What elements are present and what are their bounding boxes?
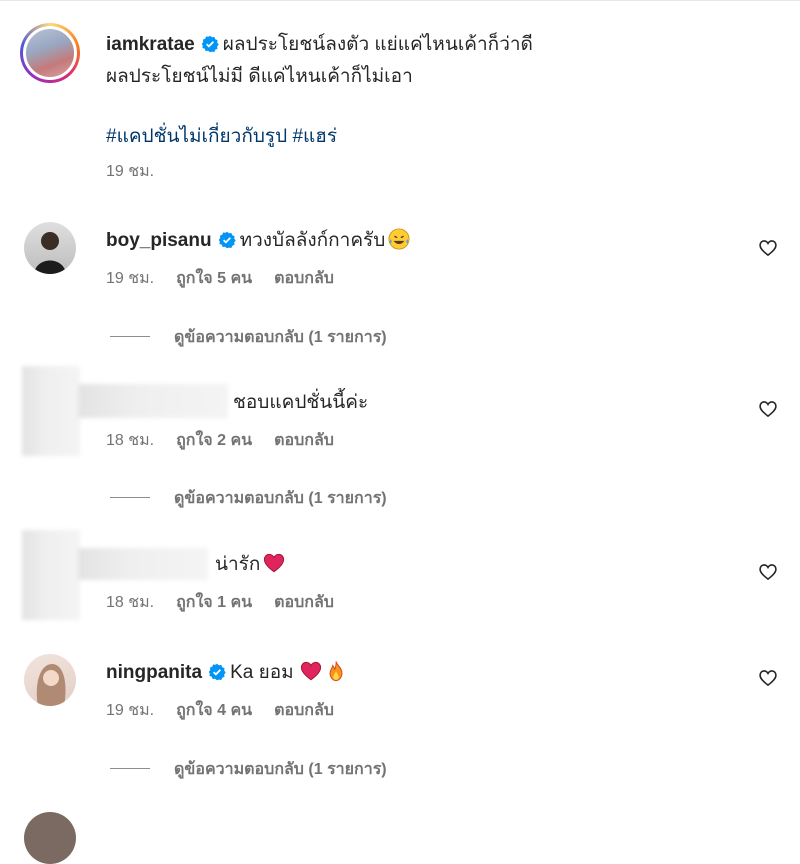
caption-avatar[interactable] (20, 23, 80, 83)
comment-line: ningpanita Ka ยอม (106, 660, 347, 685)
like-heart-icon[interactable] (758, 562, 778, 582)
person-photo-icon (36, 664, 66, 706)
comment-likes[interactable]: ถูกใจ 2 คน (176, 432, 252, 449)
comment-meta: 19 ชม. ถูกใจ 4 คน ตอบกลับ (106, 701, 356, 721)
comment-reply-button[interactable]: ตอบกลับ (274, 270, 334, 287)
caption-avatar-image (23, 26, 77, 80)
blurred-avatar (22, 530, 80, 620)
red-heart-emoji-icon (300, 661, 321, 681)
blurred-avatar (22, 366, 80, 456)
view-replies-button[interactable]: ดูข้อความตอบกลับ (1 รายการ) (110, 489, 387, 509)
verified-badge-icon (201, 35, 219, 53)
view-replies-button[interactable]: ดูข้อความตอบกลับ (1 รายการ) (110, 760, 387, 780)
verified-badge-icon (218, 231, 236, 249)
comment-likes[interactable]: ถูกใจ 5 คน (176, 270, 252, 287)
blurred-username (78, 548, 208, 580)
view-replies-label: ดูข้อความตอบกลับ (1 รายการ) (174, 329, 387, 346)
comment-line: น่ารัก (215, 552, 285, 577)
comment-username[interactable]: boy_pisanu (106, 230, 212, 251)
comment-username[interactable]: ningpanita (106, 662, 202, 683)
like-heart-icon[interactable] (758, 668, 778, 688)
caption-username[interactable]: iamkratae (106, 34, 195, 55)
blurred-username (78, 384, 228, 418)
comment-text: Ka ยอม (230, 662, 294, 683)
replies-divider (110, 497, 150, 498)
caption-line-1: iamkratae ผลประโยชน์ลงตัว แย่แค่ไหนเค้าก็… (106, 33, 533, 57)
comment-time[interactable]: 18 ชม. (106, 594, 154, 611)
top-divider (0, 0, 800, 1)
comment-likes[interactable]: ถูกใจ 4 คน (176, 702, 252, 719)
view-replies-label: ดูข้อความตอบกลับ (1 รายการ) (174, 761, 387, 778)
comment-avatar[interactable] (24, 654, 76, 706)
fire-emoji-icon (329, 661, 343, 682)
caption-text-2: ผลประโยชน์ไม่มี ดีแค่ไหนเค้าก็ไม่เอา (106, 66, 413, 87)
comment-meta: 18 ชม. ถูกใจ 1 คน ตอบกลับ (106, 593, 356, 613)
like-heart-icon[interactable] (758, 399, 778, 419)
comment-reply-button[interactable]: ตอบกลับ (274, 702, 334, 719)
comment-meta: 19 ชม. ถูกใจ 5 คน ตอบกลับ (106, 269, 356, 289)
comment-avatar[interactable] (24, 222, 76, 274)
verified-badge-icon (208, 663, 226, 681)
comment-text: น่ารัก (215, 554, 261, 575)
replies-divider (110, 768, 150, 769)
replies-divider (110, 336, 150, 337)
caption-hashtags[interactable]: #แคปชั่นไม่เกี่ยวกับรูป #แฮร่ (106, 125, 337, 149)
comment-meta: 18 ชม. ถูกใจ 2 คน ตอบกลับ (106, 431, 356, 451)
person-photo-icon (34, 232, 66, 274)
caption-meta: 19 ชม. (106, 162, 176, 182)
view-replies-label: ดูข้อความตอบกลับ (1 รายการ) (174, 490, 387, 507)
comment-text: ทวงบัลลังก์กาครับ (239, 230, 386, 251)
like-heart-icon[interactable] (758, 238, 778, 258)
comment-reply-button[interactable]: ตอบกลับ (274, 432, 334, 449)
comment-time[interactable]: 18 ชม. (106, 432, 154, 449)
comment-reply-button[interactable]: ตอบกลับ (274, 594, 334, 611)
red-heart-emoji-icon (264, 553, 285, 573)
comment-line: boy_pisanu ทวงบัลลังก์กาครับ (106, 228, 410, 253)
caption-time[interactable]: 19 ชม. (106, 163, 154, 180)
comment-likes[interactable]: ถูกใจ 1 คน (176, 594, 252, 611)
comment-text: ชอบแคปชั่นนี้ค่ะ (233, 392, 369, 413)
view-replies-button[interactable]: ดูข้อความตอบกลับ (1 รายการ) (110, 328, 387, 348)
comment-avatar[interactable] (24, 812, 76, 864)
caption-text-1: ผลประโยชน์ลงตัว แย่แค่ไหนเค้าก็ว่าดี (222, 34, 533, 55)
laughing-tears-emoji-icon (388, 228, 410, 250)
comment-time[interactable]: 19 ชม. (106, 702, 154, 719)
comment-time[interactable]: 19 ชม. (106, 270, 154, 287)
